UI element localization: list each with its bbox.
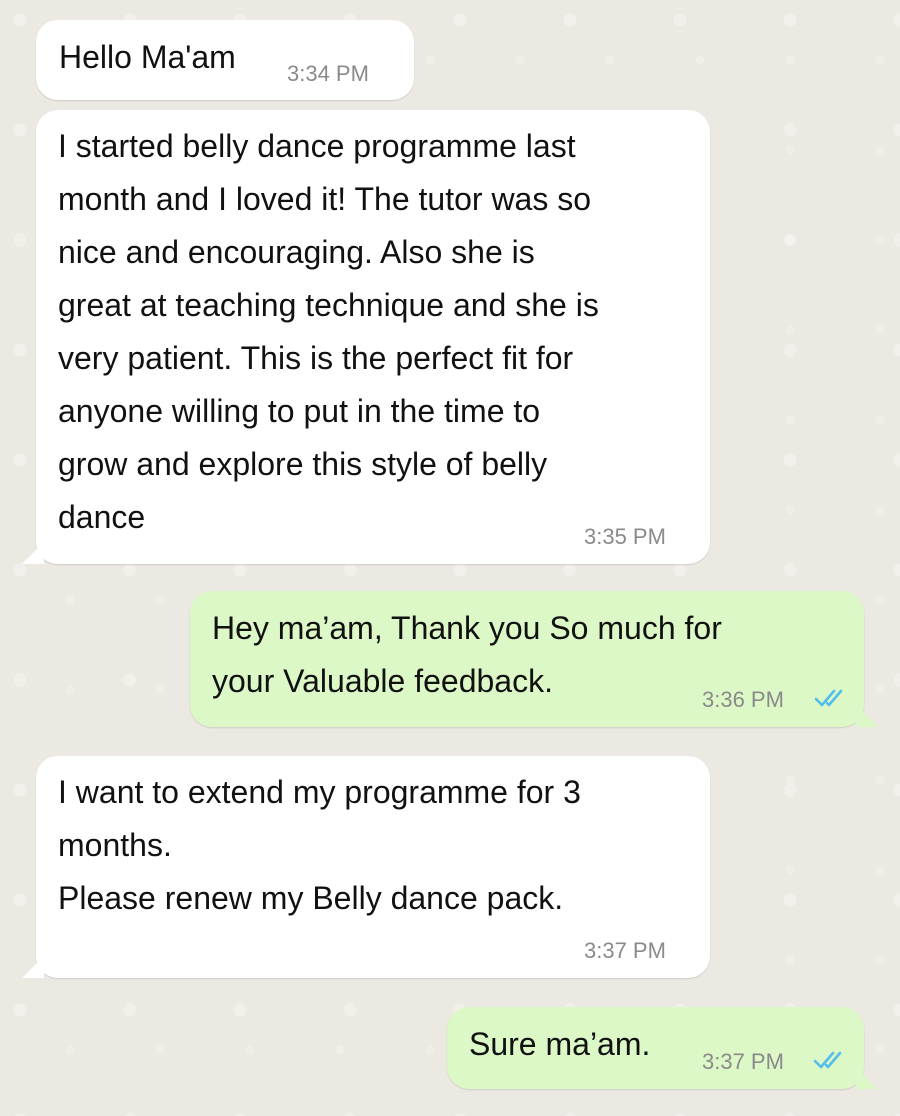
message-bubble-outgoing[interactable]: Sure ma’am. 3:37 PM: [447, 1007, 878, 1089]
message-text: Sure ma’am.: [469, 1026, 651, 1062]
message-bubble-incoming[interactable]: I want to extend my programme for 3 mont…: [22, 756, 710, 978]
double-check-icon: [813, 1051, 842, 1069]
message-text: Hello Ma'am: [59, 39, 236, 75]
double-check-icon: [814, 689, 843, 707]
message-time: 3:36 PM: [702, 687, 784, 712]
message-text: I started belly dance programme last mon…: [58, 128, 599, 535]
message-text: Hey ma’am, Thank you So much for your Va…: [212, 610, 722, 699]
message-text: I want to extend my programme for 3 mont…: [58, 774, 581, 916]
message-time: 3:34 PM: [287, 61, 369, 86]
message-bubble-outgoing[interactable]: Hey ma’am, Thank you So much for your Va…: [190, 591, 878, 727]
message-time: 3:37 PM: [702, 1049, 784, 1074]
message-bubble-incoming[interactable]: Hello Ma'am 3:34 PM: [36, 20, 414, 100]
message-time: 3:37 PM: [584, 938, 666, 963]
message-bubble-incoming[interactable]: I started belly dance programme last mon…: [22, 110, 710, 564]
message-time: 3:35 PM: [584, 524, 666, 549]
